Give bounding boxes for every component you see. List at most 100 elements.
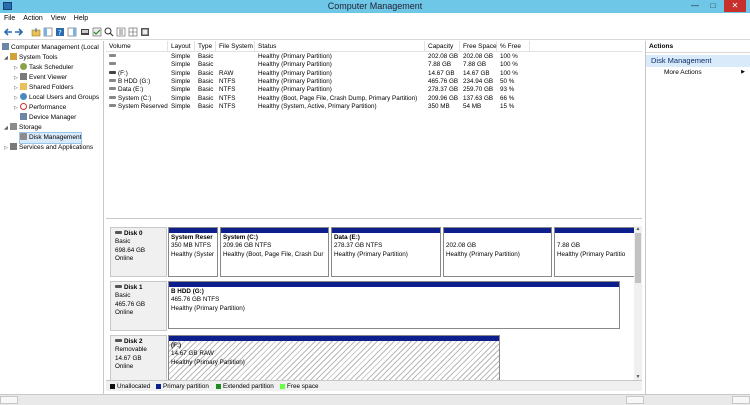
more-actions-item[interactable]: More Actions ▶: [646, 67, 750, 78]
tree-item-services[interactable]: ▷ Services and Applications: [4, 143, 93, 153]
scroll-up-arrow-icon[interactable]: ▲: [634, 226, 642, 232]
device-manager-icon: [20, 113, 27, 120]
column-header-volume[interactable]: Volume: [106, 41, 168, 52]
window-title: Computer Management: [327, 1, 423, 11]
drive-icon: [109, 95, 116, 99]
volume-row[interactable]: System (C:) Simple Basic NTFS Healthy (B…: [106, 95, 642, 103]
drive-icon: [109, 103, 116, 107]
unallocated-swatch: [110, 383, 115, 389]
volume-row[interactable]: Simple Basic Healthy (Primary Partition)…: [106, 53, 642, 61]
chevron-right-icon[interactable]: ▷: [14, 63, 20, 73]
removable-drive-icon: [109, 70, 116, 74]
disk-graphical-view: Disk 0 Basic 698.64 GB Online System Res…: [106, 218, 642, 393]
minimize-button[interactable]: —: [686, 0, 704, 12]
view-grid-icon[interactable]: [128, 27, 138, 37]
maximize-button[interactable]: □: [704, 0, 722, 12]
toolbar: ?: [0, 24, 750, 40]
volume-row[interactable]: Data (E:) Simple Basic NTFS Healthy (Pri…: [106, 86, 642, 94]
volume-row[interactable]: (F:) Simple Basic RAW Healthy (Primary P…: [106, 70, 642, 78]
tree-item-event-viewer[interactable]: ▷ Event Viewer: [14, 73, 67, 83]
scroll-end-icon[interactable]: [732, 396, 750, 404]
extended-partition-swatch: [216, 383, 221, 389]
column-header-file-system[interactable]: File System: [216, 41, 255, 52]
partition-unlabeled-7gb[interactable]: 7.88 GB Healthy (Primary Partitio: [554, 227, 636, 277]
disk-1: Disk 1 Basic 465.76 GB Online B HDD (G:)…: [110, 281, 636, 331]
scrollbar-thumb[interactable]: [635, 233, 641, 283]
disk-management-icon: [20, 133, 27, 140]
column-header-capacity[interactable]: Capacity: [425, 41, 460, 52]
users-icon: [20, 93, 27, 100]
partition-system-c[interactable]: System (C:) 209.96 GB NTFS Healthy (Boot, …: [220, 227, 329, 277]
show-hide-tree-icon[interactable]: [43, 27, 53, 37]
menu-action[interactable]: Action: [19, 13, 46, 24]
volume-row[interactable]: B HDD (G:) Simple Basic NTFS Healthy (Pr…: [106, 78, 642, 86]
menu-bar: File Action View Help: [0, 13, 750, 24]
volume-list: Volume Layout Type File System Status Ca…: [106, 41, 642, 216]
menu-file[interactable]: File: [0, 13, 19, 24]
horizontal-scrollbar[interactable]: [0, 394, 750, 405]
column-header-status[interactable]: Status: [255, 41, 425, 52]
title-bar: Computer Management — □ ✕: [0, 0, 750, 13]
storage-icon: [10, 123, 17, 130]
disk-icon: [115, 231, 122, 234]
forward-arrow-icon[interactable]: [14, 27, 24, 37]
removable-disk-icon: [115, 339, 122, 342]
disk-1-label[interactable]: Disk 1 Basic 465.76 GB Online: [110, 281, 167, 331]
svg-text:?: ?: [58, 29, 62, 37]
up-folder-icon[interactable]: [31, 27, 41, 37]
column-header-type[interactable]: Type: [195, 41, 216, 52]
column-header-free-space[interactable]: Free Space: [460, 41, 497, 52]
menu-help[interactable]: Help: [70, 13, 92, 24]
column-header-layout[interactable]: Layout: [168, 41, 195, 52]
scroll-right-arrow-icon[interactable]: [626, 396, 644, 404]
partition-unlabeled-202gb[interactable]: 202.08 GB Healthy (Primary Partition): [443, 227, 552, 277]
search-icon[interactable]: [104, 27, 114, 37]
volume-row[interactable]: Simple Basic Healthy (Primary Partition)…: [106, 61, 642, 69]
legend-extended: Extended partition: [216, 383, 274, 390]
tree-item-storage[interactable]: ◢ Storage: [4, 123, 42, 133]
tree-item-disk-management[interactable]: Disk Management: [18, 132, 83, 144]
tools-icon: [10, 53, 17, 60]
submenu-arrow-icon: ▶: [741, 69, 745, 75]
check-icon[interactable]: [92, 27, 102, 37]
menu-view[interactable]: View: [47, 13, 70, 24]
tree-item-task-scheduler[interactable]: ▷ Task Scheduler: [14, 63, 73, 73]
disk-0-label[interactable]: Disk 0 Basic 698.64 GB Online: [110, 227, 167, 277]
volume-list-header: Volume Layout Type File System Status Ca…: [106, 41, 642, 52]
tree-item-computer-management[interactable]: Computer Management (Local: [2, 43, 99, 53]
actions-section-disk-management[interactable]: Disk Management: [646, 55, 750, 67]
back-arrow-icon[interactable]: [3, 27, 13, 37]
tree-item-performance[interactable]: ▷ Performance: [14, 103, 66, 113]
show-hide-action-pane-icon[interactable]: [67, 27, 77, 37]
actions-pane: Actions Disk Management More Actions ▶: [645, 41, 750, 394]
disk-0: Disk 0 Basic 698.64 GB Online System Res…: [110, 227, 636, 277]
legend-unallocated: Unallocated: [110, 383, 150, 390]
actions-header: Actions: [646, 41, 750, 53]
drive-icon: [109, 54, 116, 57]
event-log-icon: [20, 73, 27, 80]
column-header-percent-free[interactable]: % Free: [497, 41, 530, 52]
close-button[interactable]: ✕: [724, 0, 746, 12]
legend-free-space: Free space: [280, 383, 319, 390]
partition-f[interactable]: (F:) 14.67 GB RAW Healthy (Primary Partiti…: [168, 335, 500, 381]
tree-item-system-tools[interactable]: ◢ System Tools: [4, 53, 58, 63]
connect-icon[interactable]: [80, 27, 90, 37]
partition-system-reserved[interactable]: System Reser 350 MB NTFS Healthy (Syster: [168, 227, 218, 277]
partition-data-e[interactable]: Data (E:) 278.37 GB NTFS Healthy (Primary …: [331, 227, 441, 277]
volume-row[interactable]: System Reserved Simple Basic NTFS Health…: [106, 103, 642, 111]
help-icon[interactable]: ?: [55, 27, 65, 37]
navigation-tree: Computer Management (Local ◢ System Tools…: [0, 41, 104, 405]
disk-view-scrollbar[interactable]: ▲ ▼: [634, 226, 642, 380]
scroll-left-arrow-icon[interactable]: [0, 396, 18, 404]
refresh-icon[interactable]: [140, 27, 150, 37]
tree-item-device-manager[interactable]: Device Manager: [20, 113, 76, 123]
chevron-right-icon[interactable]: ▷: [14, 93, 20, 103]
properties-icon[interactable]: [116, 27, 126, 37]
disk-icon: [115, 285, 122, 288]
tree-item-local-users[interactable]: ▷ Local Users and Groups: [14, 93, 99, 103]
tree-item-shared-folders[interactable]: ▷ Shared Folders: [14, 83, 73, 93]
chevron-right-icon[interactable]: ▷: [14, 103, 20, 113]
disk-2-label[interactable]: Disk 2 Removable 14.67 GB Online: [110, 335, 167, 381]
disk-2: Disk 2 Removable 14.67 GB Online (F:) 14.…: [110, 335, 636, 381]
partition-b-hdd-g[interactable]: B HDD (G:) 465.76 GB NTFS Healthy (Primary…: [168, 281, 620, 329]
